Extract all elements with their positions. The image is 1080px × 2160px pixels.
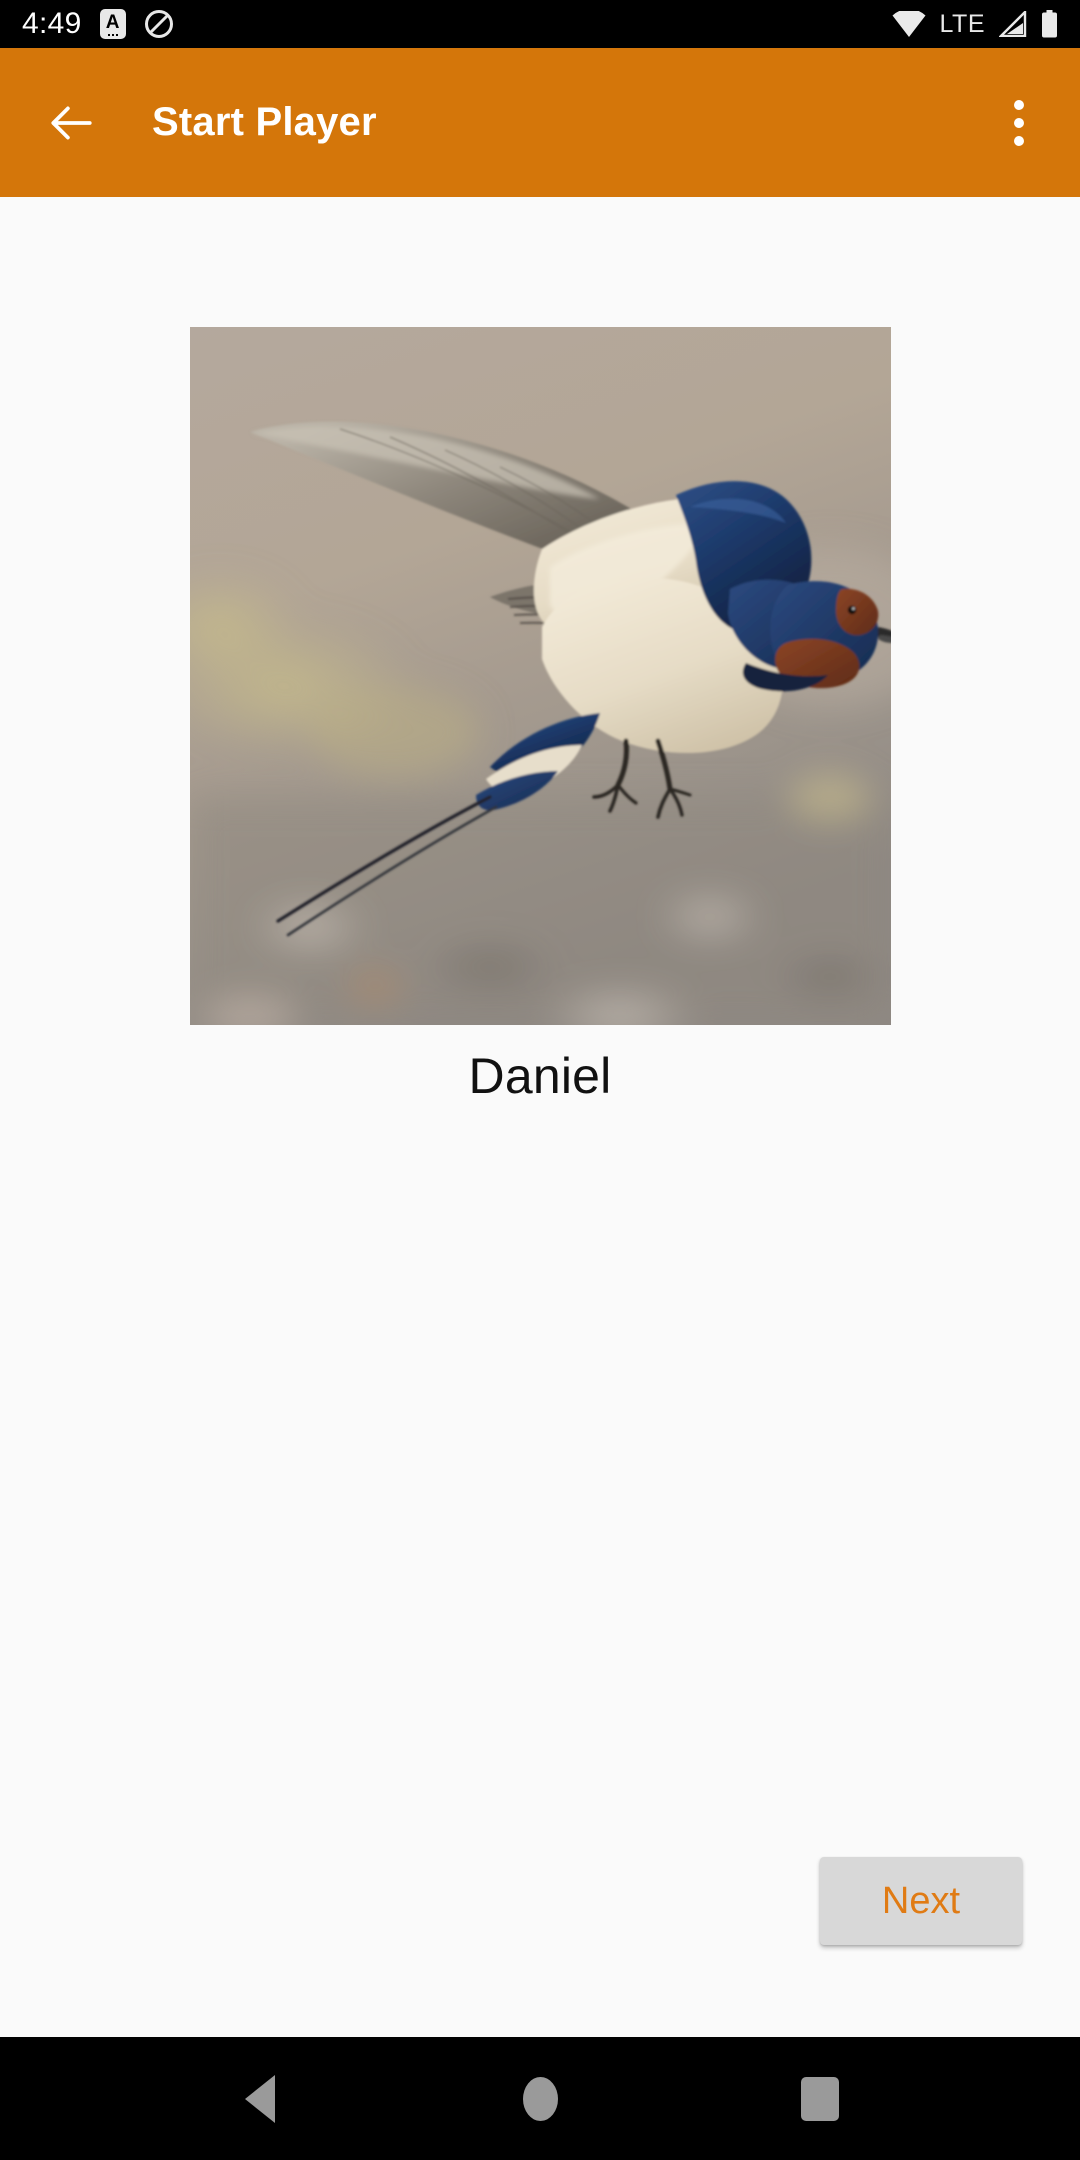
- android-nav-bar: [0, 2037, 1080, 2160]
- alarm-badge-icon: A: [99, 9, 126, 39]
- signal-icon: [998, 9, 1027, 38]
- status-bar: 4:49 A LTE: [0, 0, 1080, 48]
- battery-icon: [1041, 10, 1058, 38]
- player-name-label: Daniel: [468, 1048, 612, 1104]
- overflow-dot: [1014, 135, 1024, 146]
- player-photo[interactable]: [189, 327, 891, 1025]
- back-arrow-icon[interactable]: [38, 90, 104, 156]
- main-content: Daniel Next: [0, 197, 1080, 2037]
- overflow-menu-icon[interactable]: [986, 87, 1052, 159]
- status-clock: 4:49: [22, 7, 82, 40]
- nav-recents-icon: [801, 2076, 839, 2121]
- nav-back-icon: [245, 2074, 275, 2123]
- app-bar: Start Player: [0, 48, 1080, 197]
- page-title: Start Player: [152, 100, 377, 144]
- nav-recents-button[interactable]: [775, 2054, 865, 2144]
- do-not-disturb-icon: [144, 9, 174, 39]
- status-bar-left: 4:49 A: [22, 7, 174, 41]
- nav-back-button[interactable]: [215, 2054, 305, 2144]
- status-bar-right: LTE: [892, 8, 1059, 39]
- wifi-icon: [892, 8, 926, 37]
- next-button[interactable]: Next: [820, 1857, 1022, 1945]
- overflow-dot: [1014, 117, 1024, 128]
- android-screen: 4:49 A LTE Start Player Daniel Next: [0, 0, 1080, 2160]
- nav-home-button[interactable]: [495, 2054, 585, 2144]
- nav-home-icon: [522, 2076, 558, 2121]
- network-type-label: LTE: [939, 9, 985, 38]
- overflow-dot: [1014, 99, 1024, 110]
